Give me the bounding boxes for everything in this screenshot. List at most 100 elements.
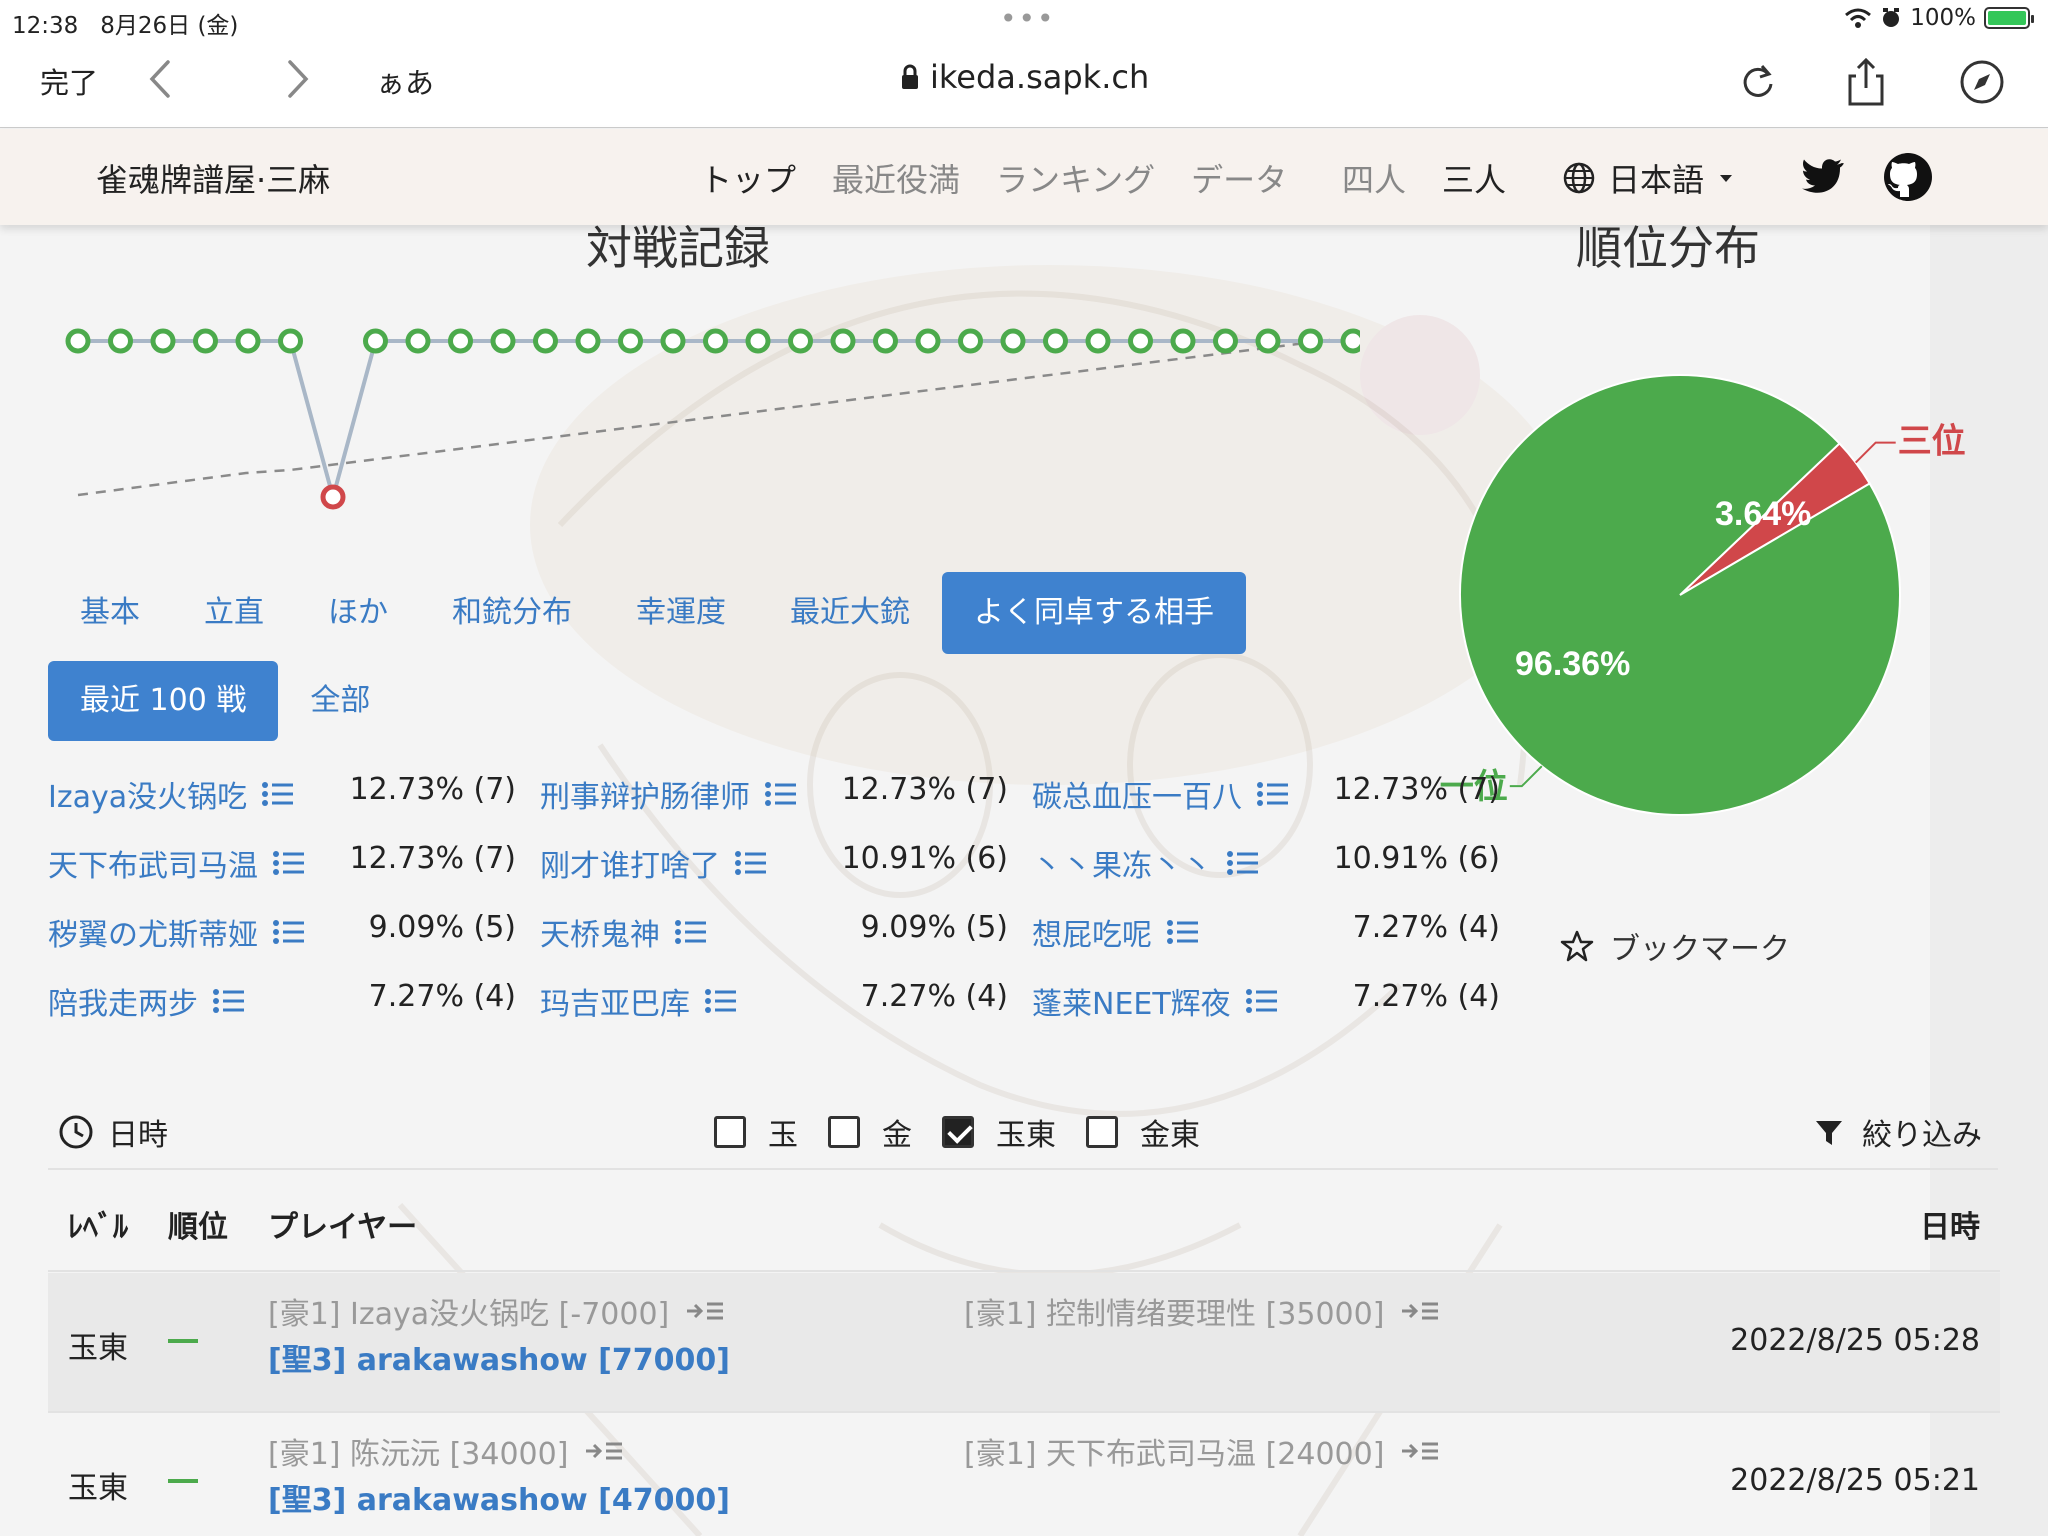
opponent-percentage: 7.27% (4) <box>1352 910 1500 945</box>
checkbox[interactable] <box>714 1116 746 1148</box>
opponent-name: Izaya没火锅吃 <box>48 780 248 815</box>
opponent-name-link[interactable]: 丶丶果冻丶丶 <box>1032 841 1260 885</box>
rank-point <box>703 328 728 354</box>
language-select[interactable]: 日本語 <box>1562 155 1736 201</box>
list-icon[interactable] <box>261 780 295 808</box>
battery-icon <box>1984 7 2034 29</box>
opponent-name-link[interactable]: 刚才谁打啥了 <box>540 841 768 885</box>
sort-by-date[interactable]: 日時 <box>58 1110 168 1154</box>
opponent-name-link[interactable]: 蓬莱NEET辉夜 <box>1032 979 1279 1023</box>
row-opponent-2[interactable]: [豪1] 控制情绪要理性 [35000] <box>964 1289 1440 1333</box>
list-icon[interactable] <box>674 918 708 946</box>
twitter-icon[interactable] <box>1794 149 1850 205</box>
site-brand[interactable]: 雀魂牌譜屋·三麻 <box>96 155 330 201</box>
check-gyoku[interactable]: 玉 <box>714 1110 798 1154</box>
tab-recent-big-dealin[interactable]: 最近大銃 <box>758 572 942 654</box>
opponent-text: [豪1] 天下布武司马温 [24000] <box>964 1437 1385 1472</box>
date-text: 8月26日 (金) <box>100 13 239 39</box>
share-icon[interactable] <box>1838 54 1894 110</box>
tab-riichi[interactable]: 立直 <box>172 572 296 654</box>
list-icon[interactable] <box>1226 849 1260 877</box>
jump-list-icon[interactable] <box>685 1299 725 1323</box>
list-icon[interactable] <box>734 849 768 877</box>
rank-point <box>618 328 643 354</box>
filter-button[interactable]: 絞り込み <box>1814 1110 1982 1154</box>
col-player[interactable]: プレイヤー <box>268 1202 417 1246</box>
nav-data[interactable]: データ <box>1191 155 1287 201</box>
opponent-name-link[interactable]: 秽翼の尤斯蒂娅 <box>48 910 306 954</box>
bookmark-button[interactable]: ブックマーク <box>1560 924 1790 968</box>
check-kin[interactable]: 金 <box>828 1110 912 1154</box>
opponent-name-link[interactable]: Izaya没火锅吃 <box>48 772 295 816</box>
nav-ranking[interactable]: ランキング <box>996 155 1155 201</box>
done-button[interactable]: 完了 <box>40 60 98 102</box>
opponent-name-link[interactable]: 想屁吃呢 <box>1032 910 1200 954</box>
text-size-button[interactable]: ぁあ <box>376 60 434 102</box>
tab-basic[interactable]: 基本 <box>48 572 172 654</box>
jump-list-icon[interactable] <box>1400 1439 1440 1463</box>
mode-four-player[interactable]: 四人 <box>1342 155 1406 201</box>
list-icon[interactable] <box>272 849 306 877</box>
col-rank[interactable]: 順位 <box>168 1202 228 1246</box>
opponent-name-link[interactable]: 陪我走两步 <box>48 979 246 1023</box>
mode-three-player[interactable]: 三人 <box>1442 155 1506 201</box>
list-icon[interactable] <box>764 780 798 808</box>
list-icon[interactable] <box>1166 918 1200 946</box>
clock-icon <box>59 1115 93 1149</box>
opponent-name-link[interactable]: 天下布武司马温 <box>48 841 306 885</box>
jump-list-icon[interactable] <box>1400 1299 1440 1323</box>
list-icon[interactable] <box>212 987 246 1015</box>
opponent-percentage: 10.91% (6) <box>1333 841 1500 876</box>
list-icon[interactable] <box>704 987 738 1015</box>
tab-recent-100[interactable]: 最近 100 戦 <box>48 661 279 741</box>
forward-icon[interactable] <box>278 54 318 104</box>
rank-point <box>320 484 346 510</box>
tab-win-dealin[interactable]: 和銃分布 <box>420 572 604 654</box>
pie-leader-line <box>1854 441 1896 464</box>
tab-all[interactable]: 全部 <box>278 661 402 741</box>
row-self-player[interactable]: [聖3] arakawashow [47000] <box>268 1475 730 1519</box>
tab-other[interactable]: ほか <box>296 572 420 654</box>
col-level[interactable]: ﾚﾍﾞﾙ <box>68 1202 128 1246</box>
checkbox[interactable] <box>1086 1116 1118 1148</box>
row-opponent-2[interactable]: [豪1] 天下布武司马温 [24000] <box>964 1429 1440 1473</box>
row-date: 2022/8/25 05:28 <box>1730 1323 1980 1358</box>
checkbox-checked[interactable] <box>942 1116 974 1148</box>
opponent-name-link[interactable]: 碳总血压一百八 <box>1032 772 1290 816</box>
list-icon[interactable] <box>272 918 306 946</box>
github-icon[interactable] <box>1880 149 1936 205</box>
opponent-name-link[interactable]: 刑事辩护肠律师 <box>540 772 798 816</box>
opponent-entry: 蓬莱NEET辉夜 <box>1032 979 1279 1023</box>
opponent-entry: 刑事辩护肠律师 <box>540 772 798 816</box>
check-label: 玉東 <box>996 1118 1056 1153</box>
back-icon[interactable] <box>140 54 180 104</box>
rank-point <box>1340 328 1360 354</box>
address-bar[interactable]: ikeda.sapk.ch <box>900 58 1149 96</box>
col-date[interactable]: 日時 <box>1920 1202 1980 1246</box>
row-self-player[interactable]: [聖3] arakawashow [77000] <box>268 1335 730 1379</box>
table-row[interactable]: 玉東 [豪1] 陈沅沅 [34000] [聖3] arakawashow [47… <box>48 1413 2000 1536</box>
tab-frequent-opponents[interactable]: よく同卓する相手 <box>942 572 1246 654</box>
opponent-name-link[interactable]: 玛吉亚巴库 <box>540 979 738 1023</box>
list-icon[interactable] <box>1245 987 1279 1015</box>
reload-icon[interactable] <box>1730 54 1786 110</box>
rank-first-mark <box>168 1339 198 1343</box>
nav-recent-yakuman[interactable]: 最近役満 <box>832 155 960 201</box>
opponent-name-link[interactable]: 天桥鬼神 <box>540 910 708 954</box>
row-opponent-1[interactable]: [豪1] Izaya没火锅吃 [-7000] <box>268 1289 725 1333</box>
opponent-name: 碳总血压一百八 <box>1032 780 1242 815</box>
jump-list-icon[interactable] <box>584 1439 624 1463</box>
tab-luck[interactable]: 幸運度 <box>604 572 758 654</box>
nav-top[interactable]: トップ <box>700 155 796 201</box>
list-icon[interactable] <box>1256 780 1290 808</box>
opponent-name: 秽翼の尤斯蒂娅 <box>48 918 258 953</box>
checkbox[interactable] <box>828 1116 860 1148</box>
table-row[interactable]: 玉東 [豪1] Izaya没火锅吃 [-7000] [聖3] arakawash… <box>48 1273 2000 1413</box>
check-gyoku-east[interactable]: 玉東 <box>942 1110 1056 1154</box>
compass-icon[interactable] <box>1954 54 2010 110</box>
opponent-name: 刑事辩护肠律师 <box>540 780 750 815</box>
row-opponent-1[interactable]: [豪1] 陈沅沅 [34000] <box>268 1429 624 1473</box>
check-kin-east[interactable]: 金東 <box>1086 1110 1200 1154</box>
multitask-dots-icon[interactable]: ••• <box>1000 2 1056 35</box>
rank-line <box>78 339 1353 505</box>
